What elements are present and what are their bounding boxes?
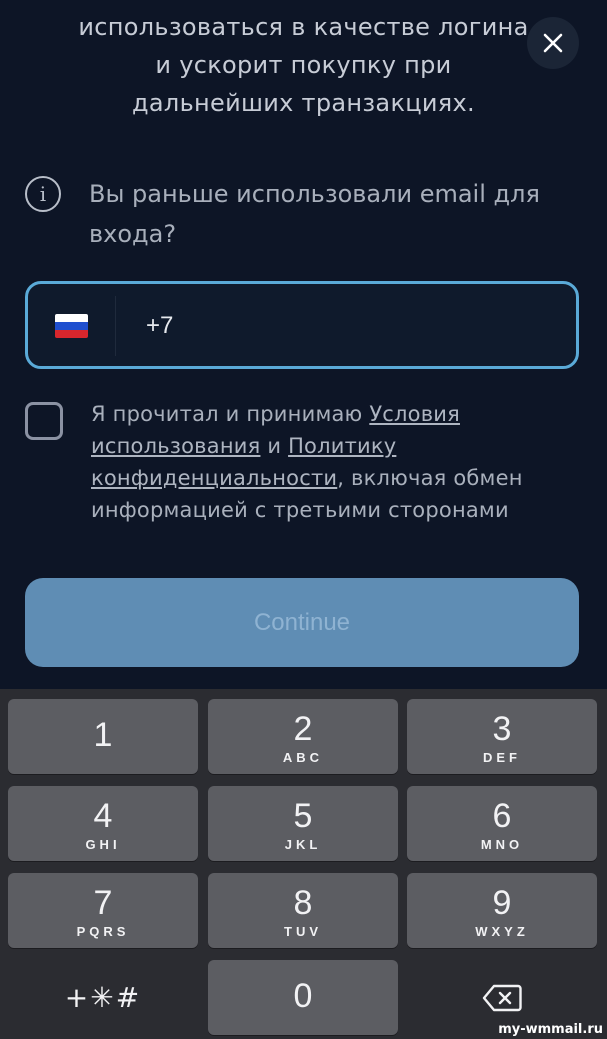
key-symbols-label: +✳#: [64, 981, 142, 1014]
key-5[interactable]: 5 JKL: [208, 786, 398, 861]
key-1[interactable]: 1: [8, 699, 198, 774]
key-1-number: 1: [93, 716, 113, 754]
consent-text: Я прочитал и принимаю Условия использова…: [91, 398, 581, 526]
key-0[interactable]: 0: [208, 960, 398, 1035]
key-7-number: 7: [93, 884, 113, 922]
watermark: my-wmmail.ru: [498, 1022, 603, 1037]
key-3-letters: DEF: [483, 750, 521, 765]
key-3-number: 3: [492, 710, 512, 748]
key-symbols[interactable]: +✳#: [8, 960, 198, 1035]
key-2-letters: ABC: [282, 750, 324, 765]
phone-input[interactable]: +7: [25, 281, 579, 369]
key-8-number: 8: [293, 884, 313, 922]
numeric-keyboard: 1 2 ABC 3 DEF 4 GHI 5 JKL 6 MNO 7 PQRS 8…: [0, 689, 607, 1039]
consent-and: и: [260, 434, 289, 458]
key-6-letters: MNO: [480, 837, 524, 852]
email-login-hint[interactable]: i Вы раньше использовали email для входа…: [25, 176, 585, 256]
intro-line-2: и ускорит покупку при: [155, 51, 452, 79]
key-0-number: 0: [293, 977, 313, 1015]
email-login-hint-text: Вы раньше использовали email для входа?: [89, 180, 540, 248]
consent-text-before: Я прочитал и принимаю: [91, 402, 370, 426]
key-7-letters: PQRS: [76, 924, 130, 939]
key-9-number: 9: [492, 884, 512, 922]
key-4-number: 4: [93, 797, 113, 835]
key-7[interactable]: 7 PQRS: [8, 873, 198, 948]
intro-line-3: дальнейших транзакциях.: [132, 89, 475, 117]
info-icon: i: [25, 176, 61, 212]
key-8-letters: TUV: [284, 924, 322, 939]
key-6[interactable]: 6 MNO: [407, 786, 597, 861]
key-4-letters: GHI: [85, 837, 121, 852]
key-4[interactable]: 4 GHI: [8, 786, 198, 861]
close-button[interactable]: [527, 17, 579, 69]
backspace-icon: [482, 984, 522, 1012]
key-2-number: 2: [293, 710, 313, 748]
key-5-letters: JKL: [284, 837, 322, 852]
russia-flag-icon[interactable]: [55, 314, 88, 338]
key-8[interactable]: 8 TUV: [208, 873, 398, 948]
continue-button[interactable]: Continue: [25, 578, 579, 667]
consent-checkbox[interactable]: [25, 402, 63, 440]
key-9-letters: WXYZ: [475, 924, 529, 939]
key-6-number: 6: [492, 797, 512, 835]
close-icon: [543, 33, 563, 53]
consent-row: Я прочитал и принимаю Условия использова…: [25, 398, 585, 528]
key-5-number: 5: [293, 797, 313, 835]
intro-text: использоваться в качестве логина и ускор…: [0, 0, 607, 122]
intro-line-1: использоваться в качестве логина: [78, 13, 529, 41]
key-3[interactable]: 3 DEF: [407, 699, 597, 774]
key-9[interactable]: 9 WXYZ: [407, 873, 597, 948]
phone-value[interactable]: +7: [146, 310, 173, 342]
country-divider: [115, 296, 116, 356]
key-2[interactable]: 2 ABC: [208, 699, 398, 774]
